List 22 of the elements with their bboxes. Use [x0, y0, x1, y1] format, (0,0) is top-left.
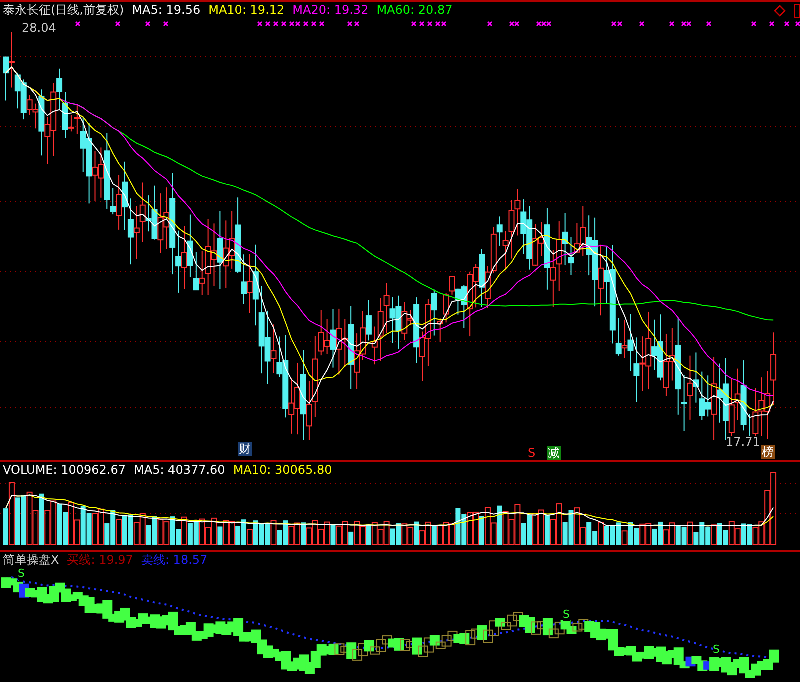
sell-signal: S — [18, 568, 25, 580]
ma-reading: MA10: 19.12 — [208, 3, 285, 17]
ma-reading: MA60: 20.87 — [376, 3, 453, 17]
diamond-icon — [774, 5, 786, 17]
indicator-name: 简单操盘X — [3, 553, 60, 567]
volume-reading: MA10: 30065.80 — [233, 463, 332, 477]
event-marker[interactable]: 财 — [238, 442, 252, 456]
rectangle-icon — [794, 4, 800, 18]
volume-reading: MA5: 40377.60 — [134, 463, 226, 477]
event-marker[interactable]: 减 — [547, 446, 561, 460]
ma-reading: MA5: 19.56 — [132, 3, 201, 17]
high-price-label: 28.04 — [22, 22, 56, 35]
ma-reading: MA20: 19.32 — [292, 3, 369, 17]
stock-title: 泰永长征(日线,前复权) — [3, 3, 124, 17]
low-price-label: 17.71 — [726, 436, 760, 449]
indicator-reading: 买线: 19.97 — [67, 553, 134, 567]
event-marker[interactable]: S — [527, 446, 537, 460]
event-marker[interactable]: 榜 — [761, 445, 775, 459]
sell-signal: S — [713, 644, 720, 656]
volume-reading: VOLUME: 100962.67 — [3, 463, 126, 477]
indicator-reading: 卖线: 18.57 — [141, 553, 208, 567]
sell-signal: S — [563, 609, 570, 621]
